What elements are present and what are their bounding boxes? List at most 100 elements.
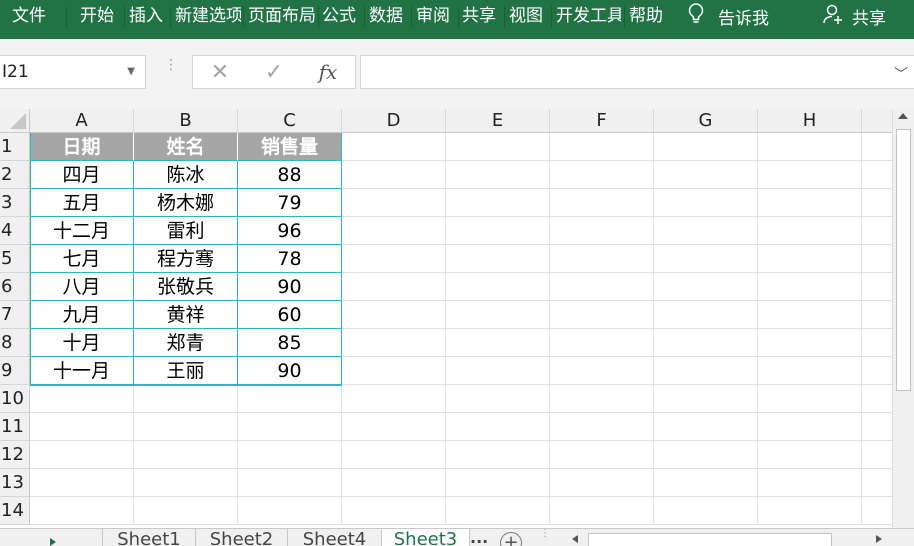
- cell-g14[interactable]: [654, 497, 758, 525]
- menu-view[interactable]: 视图: [509, 0, 547, 32]
- cell-h6[interactable]: [758, 273, 862, 301]
- check-icon[interactable]: ✓: [247, 60, 301, 85]
- cell-g1[interactable]: [654, 133, 758, 161]
- table-data-cell[interactable]: 五月: [30, 189, 134, 217]
- column-header-f[interactable]: F: [550, 109, 654, 133]
- cell-f10[interactable]: [550, 385, 654, 413]
- table-data-cell[interactable]: 90: [238, 273, 342, 301]
- cell-i10[interactable]: [862, 385, 892, 413]
- cell-f11[interactable]: [550, 413, 654, 441]
- table-data-cell[interactable]: 78: [238, 245, 342, 273]
- cell-h4[interactable]: [758, 217, 862, 245]
- cell-h12[interactable]: [758, 441, 862, 469]
- column-header-d[interactable]: D: [342, 109, 446, 133]
- table-data-cell[interactable]: 60: [238, 301, 342, 329]
- cell-d12[interactable]: [342, 441, 446, 469]
- cell-h8[interactable]: [758, 329, 862, 357]
- row-header-7[interactable]: 7: [0, 301, 30, 329]
- row-header-9[interactable]: 9: [0, 357, 30, 385]
- cell-g6[interactable]: [654, 273, 758, 301]
- tell-me-box[interactable]: 告诉我: [688, 0, 769, 32]
- table-data-cell[interactable]: 九月: [30, 301, 134, 329]
- sheet-tab-sheet1[interactable]: Sheet1: [102, 529, 196, 546]
- menu-new-tab[interactable]: 新建选项卡: [175, 0, 241, 32]
- cell-h10[interactable]: [758, 385, 862, 413]
- table-data-cell[interactable]: 雷利: [134, 217, 238, 245]
- table-data-cell[interactable]: 黄祥: [134, 301, 238, 329]
- cell-g4[interactable]: [654, 217, 758, 245]
- chevron-down-icon[interactable]: ▼: [127, 56, 135, 88]
- cell-e10[interactable]: [446, 385, 550, 413]
- menu-file[interactable]: 文件: [12, 0, 52, 32]
- table-header-cell[interactable]: 姓名: [134, 133, 238, 161]
- cell-e11[interactable]: [446, 413, 550, 441]
- row-header-12[interactable]: 12: [0, 441, 30, 469]
- cell-i13[interactable]: [862, 469, 892, 497]
- cell-f14[interactable]: [550, 497, 654, 525]
- cell-h1[interactable]: [758, 133, 862, 161]
- cell-d1[interactable]: [342, 133, 446, 161]
- cell-h11[interactable]: [758, 413, 862, 441]
- menu-formulas[interactable]: 公式: [322, 0, 360, 32]
- table-data-cell[interactable]: 七月: [30, 245, 134, 273]
- horizontal-scrollbar[interactable]: [560, 531, 894, 546]
- cell-f6[interactable]: [550, 273, 654, 301]
- column-header-c[interactable]: C: [238, 109, 342, 133]
- cell-h3[interactable]: [758, 189, 862, 217]
- drag-handle-icon[interactable]: ⋮: [164, 58, 178, 72]
- row-header-6[interactable]: 6: [0, 273, 30, 301]
- cell-g11[interactable]: [654, 413, 758, 441]
- scroll-up-icon[interactable]: [898, 113, 908, 119]
- table-data-cell[interactable]: 96: [238, 217, 342, 245]
- cell-i2[interactable]: [862, 161, 892, 189]
- cell-c12[interactable]: [238, 441, 342, 469]
- table-data-cell[interactable]: 杨木娜: [134, 189, 238, 217]
- table-data-cell[interactable]: 79: [238, 189, 342, 217]
- cell-e13[interactable]: [446, 469, 550, 497]
- scroll-right-icon[interactable]: [876, 535, 882, 543]
- cell-d2[interactable]: [342, 161, 446, 189]
- cell-a14[interactable]: [30, 497, 134, 525]
- cell-d11[interactable]: [342, 413, 446, 441]
- table-data-cell[interactable]: 四月: [30, 161, 134, 189]
- formula-input[interactable]: ﹀: [360, 55, 914, 89]
- cell-d8[interactable]: [342, 329, 446, 357]
- table-data-cell[interactable]: 十月: [30, 329, 134, 357]
- cell-f2[interactable]: [550, 161, 654, 189]
- cell-i6[interactable]: [862, 273, 892, 301]
- vertical-scroll-thumb[interactable]: [896, 129, 911, 391]
- cell-b12[interactable]: [134, 441, 238, 469]
- column-header-h[interactable]: H: [758, 109, 862, 133]
- cell-h14[interactable]: [758, 497, 862, 525]
- table-data-cell[interactable]: 十一月: [30, 357, 134, 385]
- menu-page-layout[interactable]: 页面布局: [248, 0, 316, 32]
- row-header-3[interactable]: 3: [0, 189, 30, 217]
- cell-i14[interactable]: [862, 497, 892, 525]
- row-header-5[interactable]: 5: [0, 245, 30, 273]
- cell-d7[interactable]: [342, 301, 446, 329]
- sheet-tab-sheet3[interactable]: Sheet3: [382, 529, 470, 546]
- cell-h9[interactable]: [758, 357, 862, 385]
- table-data-cell[interactable]: 90: [238, 357, 342, 385]
- sheet-tab-sheet4[interactable]: Sheet4: [288, 529, 382, 546]
- cell-f5[interactable]: [550, 245, 654, 273]
- cancel-icon[interactable]: ✕: [193, 60, 247, 85]
- cell-h5[interactable]: [758, 245, 862, 273]
- cell-e14[interactable]: [446, 497, 550, 525]
- add-sheet-icon[interactable]: +: [500, 532, 522, 546]
- table-data-cell[interactable]: 陈冰: [134, 161, 238, 189]
- cell-g3[interactable]: [654, 189, 758, 217]
- table-data-cell[interactable]: 郑青: [134, 329, 238, 357]
- row-header-14[interactable]: 14: [0, 497, 30, 525]
- cell-g9[interactable]: [654, 357, 758, 385]
- table-data-cell[interactable]: 程方骞: [134, 245, 238, 273]
- menu-review[interactable]: 审阅: [416, 0, 454, 32]
- name-box[interactable]: I21 ▼: [0, 55, 146, 89]
- cell-i9[interactable]: [862, 357, 892, 385]
- cell-e5[interactable]: [446, 245, 550, 273]
- cell-b14[interactable]: [134, 497, 238, 525]
- table-data-cell[interactable]: 十二月: [30, 217, 134, 245]
- table-header-cell[interactable]: 销售量: [238, 133, 342, 161]
- cell-d9[interactable]: [342, 357, 446, 385]
- cell-h2[interactable]: [758, 161, 862, 189]
